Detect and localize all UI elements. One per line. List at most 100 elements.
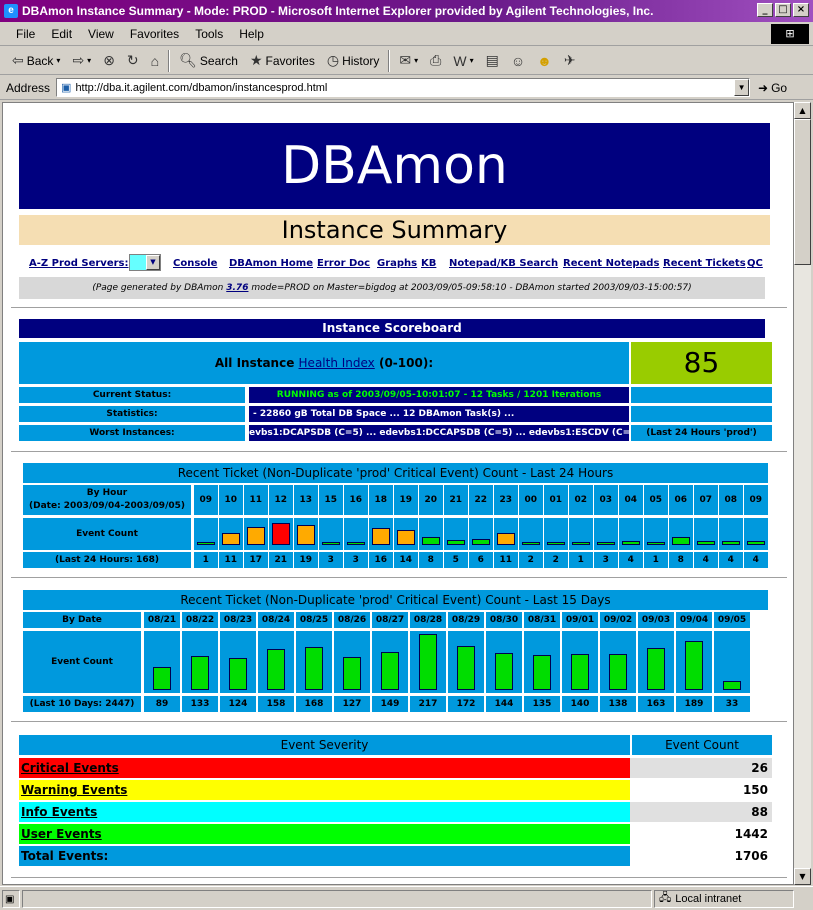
print-button[interactable]: ⎙: [424, 49, 447, 73]
date-count: 149: [372, 696, 408, 712]
messenger-icon: ☺: [510, 52, 526, 69]
hour-bar: [397, 530, 415, 545]
scroll-thumb[interactable]: [794, 119, 811, 265]
statistics-extra: [631, 406, 772, 422]
address-input[interactable]: ▣ http://dba.it.agilent.com/dbamon/insta…: [56, 78, 751, 97]
hour-label: 23: [494, 485, 518, 515]
back-button[interactable]: ⇦ Back ▾: [6, 49, 66, 73]
menu-tools[interactable]: Tools: [187, 27, 231, 41]
date-count: 89: [144, 696, 180, 712]
discuss-icon: ▤: [485, 52, 499, 68]
nav-row: A-Z Prod Servers: ▼ Console DBAmon Home …: [29, 254, 769, 274]
severity-link-critical-events[interactable]: Critical Events: [21, 761, 119, 775]
vertical-scrollbar[interactable]: ▲ ▼: [794, 102, 811, 885]
hour-count: 8: [669, 552, 693, 568]
search-button[interactable]: 🔍︎ Search: [173, 49, 244, 73]
date-count: 124: [220, 696, 256, 712]
smiley-button[interactable]: ☻: [531, 49, 558, 73]
hour-count: 19: [294, 552, 318, 568]
date-bar: [495, 653, 513, 690]
status-message: [22, 889, 652, 908]
date-count: 172: [448, 696, 484, 712]
date-label: 08/27: [372, 612, 408, 628]
hour-bar-cell: [619, 518, 643, 550]
date-label: 09/01: [562, 612, 598, 628]
nav-link-kb[interactable]: KB: [421, 258, 436, 269]
go-button[interactable]: ➜ Go: [758, 81, 787, 95]
hour-count: 2: [519, 552, 543, 568]
menu-file[interactable]: File: [8, 27, 43, 41]
hour-count: 11: [219, 552, 243, 568]
severity-link-info-events[interactable]: Info Events: [21, 805, 97, 819]
date-label: 09/03: [638, 612, 674, 628]
refresh-button[interactable]: ↻: [121, 49, 145, 73]
favorites-button[interactable]: ★ Favorites: [244, 49, 321, 73]
date-label: 08/23: [220, 612, 256, 628]
maximize-button[interactable]: □: [775, 3, 791, 17]
hourly-title: Recent Ticket (Non-Duplicate 'prod' Crit…: [23, 463, 768, 483]
minimize-button[interactable]: _: [757, 3, 773, 17]
menu-edit[interactable]: Edit: [43, 27, 80, 41]
date-count: 144: [486, 696, 522, 712]
nav-link-notepad-search[interactable]: Notepad/KB Search: [449, 258, 558, 269]
date-bar: [457, 646, 475, 690]
history-button[interactable]: ◷ History: [321, 49, 386, 73]
nav-link-dbamon-home[interactable]: DBAmon Home: [229, 258, 313, 269]
severity-link-warning-events[interactable]: Warning Events: [21, 783, 127, 797]
forward-button[interactable]: ⇨ ▾: [66, 49, 97, 73]
runner-button[interactable]: ✈: [558, 49, 582, 73]
mail-button[interactable]: ✉ ▾: [393, 49, 424, 73]
date-label: 08/26: [334, 612, 370, 628]
severity-link-user-events[interactable]: User Events: [21, 827, 102, 841]
nav-link-recent-tickets[interactable]: Recent Tickets: [663, 258, 746, 269]
close-button[interactable]: ×: [793, 3, 809, 17]
prod-servers-select[interactable]: ▼: [129, 254, 161, 271]
generated-note: (Page generated by DBAmon 3.76 mode=PROD…: [19, 277, 765, 299]
hour-bar: [547, 542, 565, 545]
hour-count: 21: [269, 552, 293, 568]
hour-count: 1: [194, 552, 218, 568]
nav-link-qc[interactable]: QC: [747, 258, 763, 269]
hour-count: 4: [744, 552, 768, 568]
hour-bar: [422, 537, 440, 545]
nav-link-graphs[interactable]: Graphs: [377, 258, 417, 269]
nav-link-console[interactable]: Console: [173, 258, 217, 269]
hour-bar-cell: [519, 518, 543, 550]
version-link[interactable]: 3.76: [226, 283, 248, 293]
home-icon: ⌂: [150, 52, 160, 69]
stop-button[interactable]: ⊗: [97, 49, 121, 73]
date-label: 08/21: [144, 612, 180, 628]
status-zone: 🖧 Local intranet: [654, 889, 794, 908]
address-dropdown-button[interactable]: ▼: [734, 79, 750, 96]
hour-bar-cell: [194, 518, 218, 550]
nav-link-recent-notepads[interactable]: Recent Notepads: [563, 258, 659, 269]
prod-servers-label: A-Z Prod Servers:: [29, 258, 129, 269]
discuss-button[interactable]: ▤: [480, 49, 505, 73]
hour-label: 04: [619, 485, 643, 515]
hour-bar: [297, 525, 315, 545]
health-index-link[interactable]: Health Index: [299, 356, 375, 370]
menu-favorites[interactable]: Favorites: [122, 27, 187, 41]
menu-view[interactable]: View: [80, 27, 122, 41]
hour-bar-cell: [744, 518, 768, 550]
hour-bar: [447, 540, 465, 545]
nav-link-error-doc[interactable]: Error Doc: [317, 258, 370, 269]
hour-count: 6: [469, 552, 493, 568]
forward-arrow-icon: ⇨: [72, 52, 85, 68]
edit-button[interactable]: W ▾: [447, 49, 479, 73]
hour-count: 11: [494, 552, 518, 568]
menu-help[interactable]: Help: [231, 27, 272, 41]
home-button[interactable]: ⌂: [145, 49, 165, 73]
address-label: Address: [6, 80, 51, 95]
statistics-value: - 22860 gB Total DB Space ... 12 DBAmon …: [249, 406, 629, 422]
date-label: 08/24: [258, 612, 294, 628]
hour-bar: [372, 528, 390, 545]
hour-bar: [672, 537, 690, 545]
hour-label: 07: [694, 485, 718, 515]
scroll-down-button[interactable]: ▼: [794, 868, 811, 885]
messenger-button[interactable]: ☺: [505, 49, 531, 73]
scroll-up-button[interactable]: ▲: [794, 102, 811, 119]
hour-bar-cell: [694, 518, 718, 550]
toolbar: ⇦ Back ▾ ⇨ ▾ ⊗ ↻ ⌂ 🔍︎ Search ★ Favorites ◷ His…: [0, 47, 813, 75]
hour-label: 09: [744, 485, 768, 515]
